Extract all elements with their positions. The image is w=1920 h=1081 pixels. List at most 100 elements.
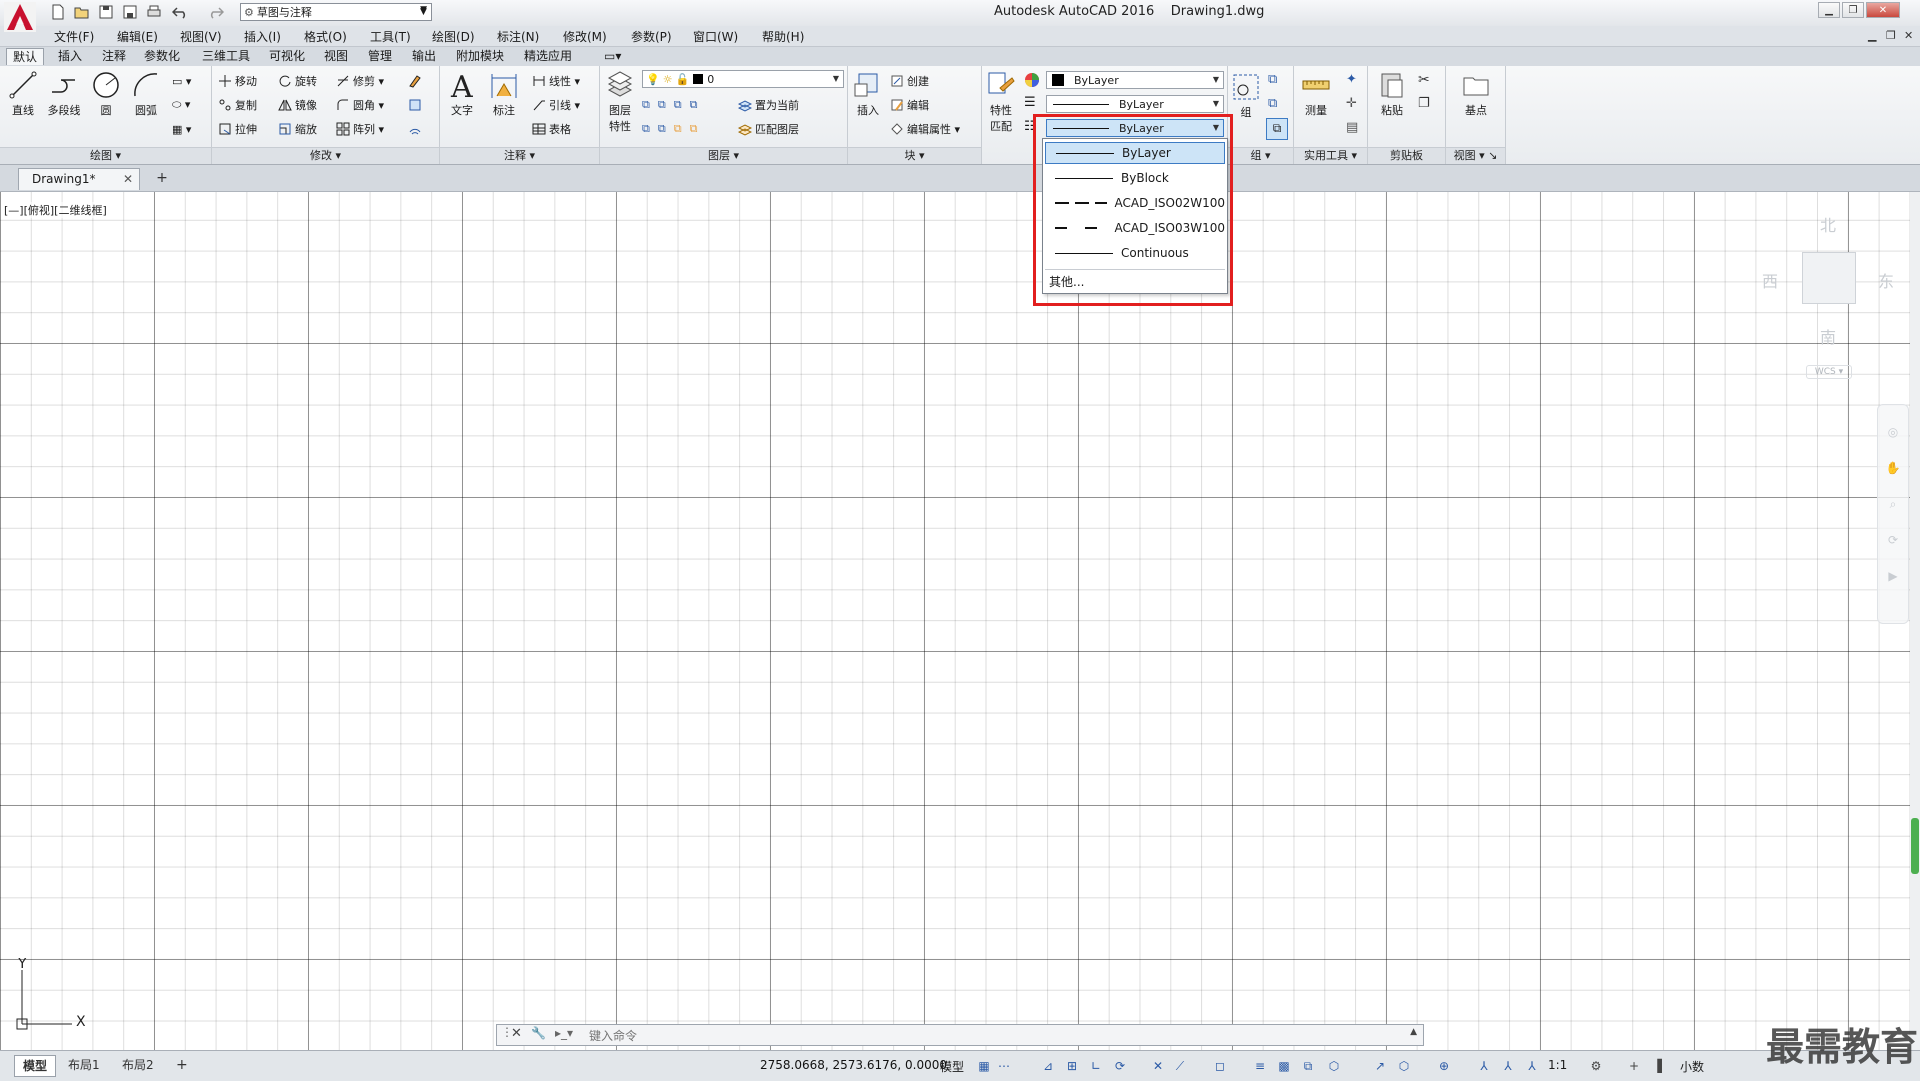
match-layer-button[interactable]: 匹配图层 [738,120,799,138]
layer-freeze-icon[interactable]: ⧉ [674,98,682,112]
autocad-logo-icon[interactable] [4,2,36,32]
redo-icon[interactable] [206,3,226,21]
lineweight-dropdown[interactable]: ByLayer ▼ [1046,95,1224,113]
rotate-button[interactable]: 旋转 [278,72,317,90]
command-history-icon[interactable]: ▸_▾ [555,1026,573,1040]
dimension-tool-button[interactable]: 标注 [484,70,524,118]
linetype-option-byblock[interactable]: ByBlock [1045,167,1225,189]
transparency-icon[interactable]: ▩ [1276,1058,1292,1074]
gizmo-icon[interactable]: ⊕ [1436,1058,1452,1074]
command-input[interactable] [587,1027,1311,1045]
text-tool-button[interactable]: A 文字 [442,70,482,118]
menu-parametric[interactable]: 参数(P) [631,28,672,45]
isodraft-icon[interactable]: ✕ [1150,1058,1166,1074]
annotation-visibility-icon[interactable]: ⅄ [1476,1058,1492,1074]
lineweight-icon[interactable]: ☰ [1024,96,1040,112]
doc-minimize-icon[interactable]: ▁ [1868,29,1876,42]
units-icon[interactable]: ▌ [1654,1058,1670,1074]
showmotion-icon[interactable]: ▶ [1884,569,1902,587]
layout-tab-model[interactable]: 模型 [14,1055,57,1077]
calculator-icon[interactable]: ▤ [1346,120,1358,135]
ungroup-icon[interactable]: ⧉ [1268,72,1277,87]
save-icon[interactable] [96,3,116,21]
menu-edit[interactable]: 编辑(E) [117,28,158,45]
close-icon[interactable]: ✕ [123,169,133,189]
color-dropdown[interactable]: ByLayer ▼ [1046,71,1224,89]
leader-button[interactable]: 引线 ▾ [532,96,580,114]
base-view-button[interactable]: 基点 [1456,70,1496,118]
polar-icon[interactable]: ⟳ [1112,1058,1128,1074]
doc-restore-icon[interactable]: ❐ [1886,29,1896,42]
menu-file[interactable]: 文件(F) [54,28,94,45]
close-icon[interactable]: ✕ [511,1026,522,1041]
object-snap-tracking-icon[interactable]: ⟋ [1172,1058,1188,1074]
linetype-option-iso03w100[interactable]: ACAD_ISO03W100 [1045,217,1225,239]
layer-isolate-icon[interactable]: ⧉ [658,98,666,112]
linetype-icon[interactable]: ☷ [1024,120,1040,136]
linetype-dropdown[interactable]: ByLayer ▼ [1046,119,1224,137]
menu-tools[interactable]: 工具(T) [370,28,411,45]
pan-icon[interactable]: ✋ [1884,461,1902,479]
steering-wheel-icon[interactable]: ◎ [1884,425,1902,443]
viewcube-top-face[interactable] [1802,252,1856,304]
explode-button[interactable] [408,96,425,114]
grid-icon[interactable]: ▦ [976,1058,992,1074]
ribbon-minimize-icon[interactable]: ▭▾ [598,48,627,65]
group-edit-icon[interactable]: ⧉ [1268,96,1277,111]
match-properties-button[interactable]: 特性 匹配 [982,70,1020,134]
drawing-canvas[interactable] [0,192,1920,1050]
document-tab[interactable]: Drawing1* ✕ [18,168,140,190]
color-wheel-icon[interactable] [1024,72,1040,88]
menu-insert[interactable]: 插入(I) [244,28,281,45]
arc-tool-button[interactable]: 圆弧 [126,70,166,118]
hatch-tool-icon[interactable]: ⬭ ▾ [172,96,190,114]
linear-dim-button[interactable]: 线性 ▾ [532,72,580,90]
layer-walk-icon[interactable]: ⧉ [642,122,650,136]
copy-button[interactable]: 复制 [218,96,257,114]
units-value[interactable]: 小数 [1680,1058,1704,1075]
open-file-icon[interactable] [72,3,92,21]
tab-addins[interactable]: 附加模块 [450,48,510,65]
new-file-icon[interactable] [48,3,68,21]
linetype-option-bylayer[interactable]: ByLayer [1045,142,1225,164]
vertical-scrollbar[interactable] [1910,192,1920,1050]
lineweight-display-icon[interactable]: ≡ [1252,1058,1268,1074]
circle-tool-button[interactable]: 圆 [86,70,126,118]
tab-parametric[interactable]: 参数化 [138,48,186,65]
menu-window[interactable]: 窗口(W) [693,28,738,45]
viewcube[interactable]: 北 西 东 南 WCS ▾ [1752,208,1904,379]
trim-button[interactable]: 修剪 ▾ [336,72,384,90]
tab-featured-apps[interactable]: 精选应用 [518,48,578,65]
selection-cycling-icon[interactable]: ⧉ [1300,1058,1316,1074]
layer-thaw-icon[interactable]: ⧉ [674,122,682,136]
layers-panel-title[interactable]: 图层 ▾ [600,147,847,164]
qat-customize-icon[interactable]: ▼ [420,3,432,21]
tab-output[interactable]: 输出 [406,48,442,65]
annotation-monitor-icon[interactable]: + [1626,1058,1642,1074]
scale-button[interactable]: 缩放 [278,120,317,138]
viewcube-west[interactable]: 西 [1762,268,1778,292]
selection-filter-icon[interactable]: ⬡ [1396,1058,1412,1074]
move-button[interactable]: 移动 [218,72,257,90]
viewcube-north[interactable]: 北 [1820,212,1836,236]
print-icon[interactable] [144,3,164,21]
ortho-icon[interactable]: ∟ [1088,1058,1104,1074]
modify-panel-title[interactable]: 修改 ▾ [212,147,439,164]
restore-button[interactable]: ❐ [1842,2,1864,18]
model-space-toggle[interactable]: 模型 [940,1058,964,1075]
mirror-button[interactable]: 镜像 [278,96,317,114]
boundary-tool-icon[interactable]: ▦ ▾ [172,120,191,138]
create-block-button[interactable]: 创建 [890,72,929,90]
annotation-panel-title[interactable]: 注释 ▾ [440,147,599,164]
menu-modify[interactable]: 修改(M) [563,28,607,45]
layer-lock-icon[interactable]: ⧉ [690,98,698,112]
tab-default[interactable]: 默认 [6,48,45,65]
tab-visualize[interactable]: 可视化 [263,48,311,65]
utilities-panel-title[interactable]: 实用工具 ▾ [1294,147,1367,164]
view-panel-title[interactable]: 视图 ▾ ↘ [1446,147,1505,164]
fillet-button[interactable]: 圆角 ▾ [336,96,384,114]
viewcube-south[interactable]: 南 [1820,324,1836,348]
group-selection-icon[interactable]: ⧉ [1266,118,1288,140]
workspace-gear-icon[interactable]: ⚙ [1588,1058,1604,1074]
layout-tab-1[interactable]: 布局1 [60,1055,108,1075]
